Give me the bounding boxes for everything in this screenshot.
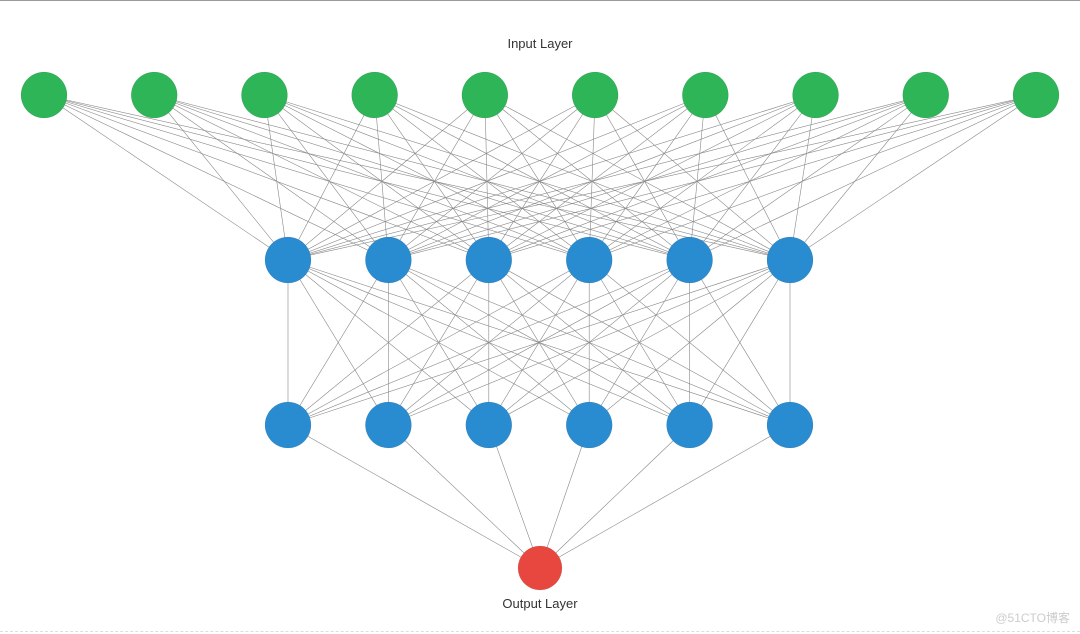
input-node: [241, 72, 287, 118]
hidden2-node: [466, 402, 512, 448]
edge: [485, 95, 790, 260]
edge: [485, 95, 690, 260]
edge: [388, 425, 540, 568]
edge: [540, 425, 690, 568]
edge: [690, 95, 926, 260]
edge: [705, 95, 790, 260]
output-layer-label: Output Layer: [440, 596, 640, 611]
edge: [595, 95, 790, 260]
edge: [44, 95, 288, 260]
edge: [489, 95, 595, 260]
hidden1-node: [667, 237, 713, 283]
edge: [589, 95, 926, 260]
edge: [264, 95, 388, 260]
edge: [489, 95, 816, 260]
hidden2-node: [767, 402, 813, 448]
input-node: [682, 72, 728, 118]
input-node: [903, 72, 949, 118]
edge: [690, 95, 706, 260]
neural-network-svg: [0, 0, 1080, 634]
input-node: [21, 72, 67, 118]
diagram-container: Input Layer Output Layer @51CTO博客: [0, 0, 1080, 634]
hidden1-node: [466, 237, 512, 283]
edge: [288, 95, 1036, 260]
hidden1-node: [365, 237, 411, 283]
edge: [485, 95, 589, 260]
edge: [288, 95, 375, 260]
edge: [288, 95, 595, 260]
edge: [154, 95, 589, 260]
edge: [288, 425, 540, 568]
edge: [154, 95, 388, 260]
edge: [388, 95, 815, 260]
edge: [790, 95, 926, 260]
edge: [44, 95, 790, 260]
edge: [154, 95, 489, 260]
edge: [264, 95, 589, 260]
hidden2-node: [265, 402, 311, 448]
edge: [44, 95, 388, 260]
hidden2-node: [667, 402, 713, 448]
input-node: [352, 72, 398, 118]
input-node: [462, 72, 508, 118]
edge: [790, 95, 1036, 260]
edge: [375, 95, 590, 260]
hidden2-node: [365, 402, 411, 448]
edges-group: [44, 95, 1036, 568]
hidden1-node: [265, 237, 311, 283]
hidden2-node: [566, 402, 612, 448]
edge: [489, 95, 706, 260]
input-node: [572, 72, 618, 118]
edge: [388, 95, 595, 260]
edge: [540, 425, 790, 568]
input-node: [793, 72, 839, 118]
hidden1-node: [566, 237, 612, 283]
edge: [489, 95, 1036, 260]
edge: [690, 95, 816, 260]
edge: [44, 95, 589, 260]
edge: [790, 95, 816, 260]
edge: [589, 95, 815, 260]
edge: [489, 95, 926, 260]
edge: [690, 95, 1036, 260]
input-node: [131, 72, 177, 118]
edge: [388, 95, 925, 260]
hidden1-node: [767, 237, 813, 283]
nodes-group: [21, 72, 1059, 590]
edge: [154, 95, 790, 260]
watermark-text: @51CTO博客: [995, 609, 1070, 626]
bottom-dashed-line: [0, 631, 1080, 632]
input-node: [1013, 72, 1059, 118]
edge: [264, 95, 689, 260]
output-node: [518, 546, 562, 590]
